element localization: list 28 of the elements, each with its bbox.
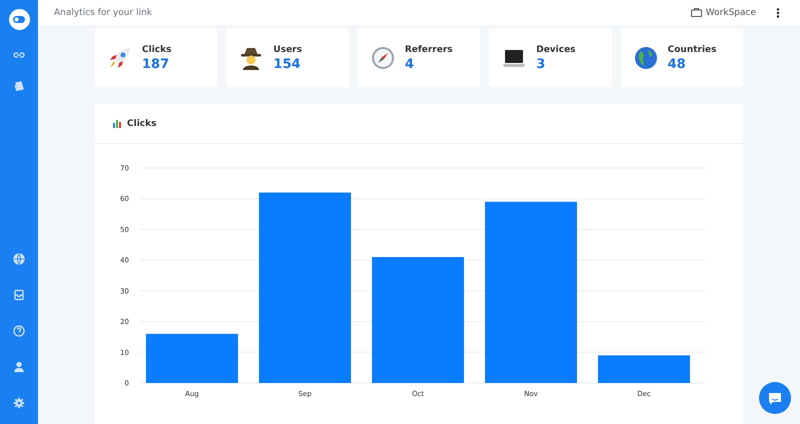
user-icon[interactable] <box>13 361 25 373</box>
logo-icon[interactable] <box>8 9 30 30</box>
page-title: Analytics for your link <box>54 8 152 18</box>
chat-icon <box>768 392 782 404</box>
stat-label: Referrers <box>404 44 453 54</box>
compass-icon <box>370 45 396 71</box>
stat-label: Devices <box>536 44 576 54</box>
workspace-button[interactable]: WorkSpace <box>690 8 756 18</box>
globe-icon[interactable] <box>13 253 25 265</box>
stat-value: 154 <box>273 56 302 72</box>
stat-value: 4 <box>404 56 415 72</box>
stat-value: 48 <box>668 56 687 72</box>
more-icon[interactable] <box>776 8 780 18</box>
help-icon[interactable] <box>13 325 25 337</box>
briefcase-icon <box>690 8 702 17</box>
stat-value: 3 <box>536 56 546 72</box>
stat-label: Countries <box>668 44 717 54</box>
layers-icon[interactable] <box>13 80 25 92</box>
chart-title: Clicks <box>127 118 156 128</box>
stat-label: Clicks <box>142 44 172 54</box>
chat-button[interactable] <box>759 382 791 414</box>
bar-chart-icon <box>113 119 122 128</box>
stat-label: Users <box>273 44 302 54</box>
globe-icon <box>632 45 659 71</box>
rocket-icon <box>107 45 133 71</box>
inbox-icon[interactable] <box>13 289 25 301</box>
settings-icon[interactable] <box>13 397 25 409</box>
stat-value: 187 <box>142 56 170 72</box>
